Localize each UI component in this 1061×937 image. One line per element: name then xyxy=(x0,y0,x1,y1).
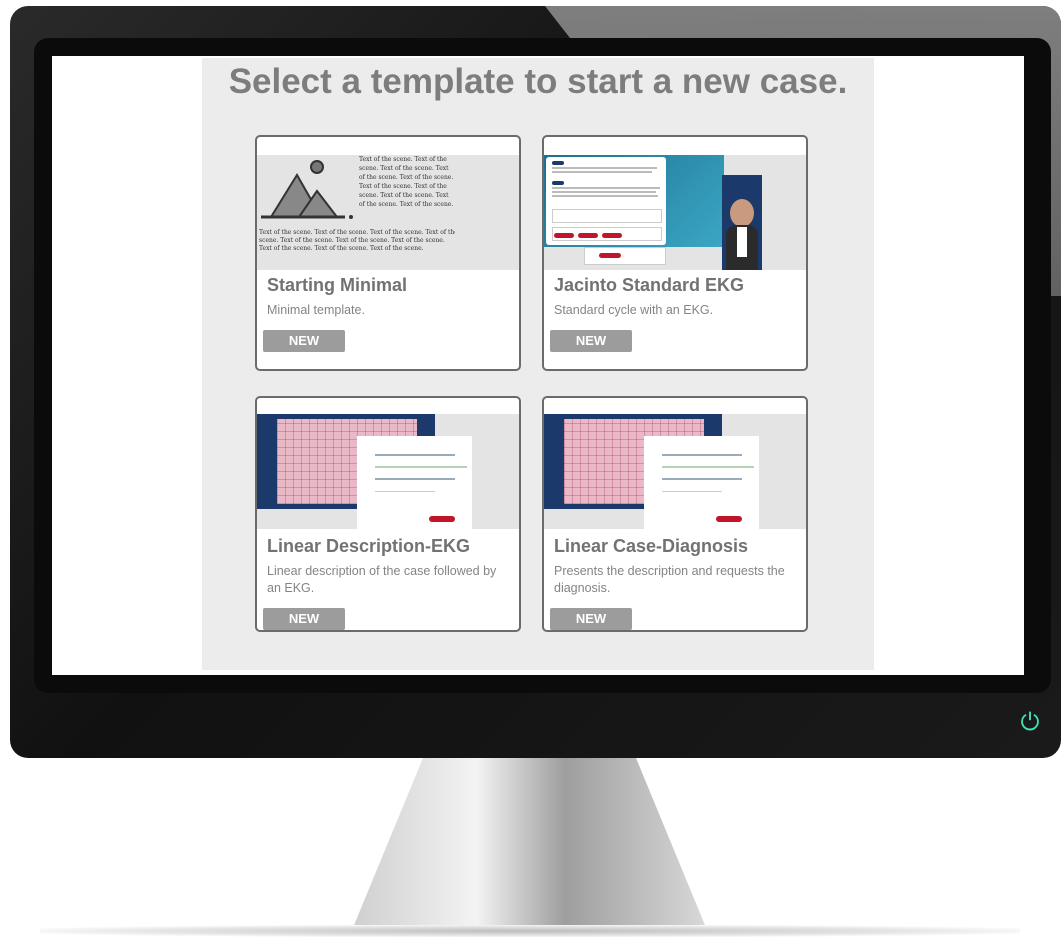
template-description: Minimal template. xyxy=(267,303,365,317)
template-name: Starting Minimal xyxy=(267,275,408,295)
template-card-jacinto-standard-ekg[interactable]: Jacinto Standard EKG Standard cycle with… xyxy=(542,135,808,371)
template-name: Jacinto Standard EKG xyxy=(554,275,745,295)
new-button[interactable]: NEW xyxy=(263,330,345,352)
template-card-linear-description-ekg[interactable]: Linear Description-EKG Linear descriptio… xyxy=(255,396,521,632)
page-title: Select a template to start a new case. xyxy=(228,62,848,101)
template-thumbnail xyxy=(257,414,519,529)
template-thumbnail: Text of the scene. Text of the scene. Te… xyxy=(257,155,519,270)
template-card-linear-case-diagnosis[interactable]: Linear Case-Diagnosis Presents the descr… xyxy=(542,396,808,632)
thumb-dialog xyxy=(357,436,472,529)
new-button[interactable]: NEW xyxy=(550,330,632,352)
thumb-background xyxy=(455,155,519,270)
template-description: Presents the description and requests th… xyxy=(554,564,785,595)
scene-text: Text of the scene. Text of the scene. Te… xyxy=(359,156,454,208)
template-thumbnail xyxy=(544,155,806,270)
floor-shadow xyxy=(40,925,1020,937)
doctor-portrait xyxy=(722,175,762,270)
scene-text: Text of the scene. Text of the scene. Te… xyxy=(259,229,458,252)
template-description: Standard cycle with an EKG. xyxy=(554,303,714,317)
screen: Select a template to start a new case. T… xyxy=(52,56,1024,675)
template-description: Linear description of the case followed … xyxy=(267,564,497,595)
template-name: Linear Description-EKG xyxy=(267,536,471,556)
new-button[interactable]: NEW xyxy=(263,608,345,630)
power-icon[interactable]: ⏻ xyxy=(1017,710,1043,736)
thumb-dialog xyxy=(546,157,666,245)
template-thumbnail xyxy=(544,414,806,529)
monitor-stand xyxy=(352,758,707,930)
new-button[interactable]: NEW xyxy=(550,608,632,630)
template-panel: Select a template to start a new case. T… xyxy=(202,58,874,670)
image-placeholder-icon xyxy=(261,160,353,219)
thumb-dialog xyxy=(644,436,759,529)
template-name: Linear Case-Diagnosis xyxy=(554,536,749,556)
template-card-starting-minimal[interactable]: Text of the scene. Text of the scene. Te… xyxy=(255,135,521,371)
